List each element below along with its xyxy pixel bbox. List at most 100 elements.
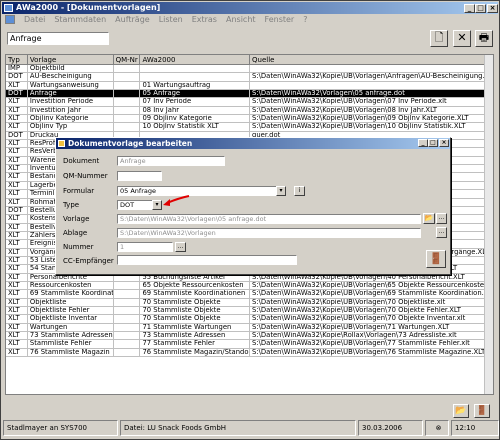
- cell-typ: XLT: [6, 148, 28, 156]
- cell-typ: XLT: [6, 323, 28, 331]
- menu-help[interactable]: ?: [303, 14, 307, 26]
- delete-x-icon[interactable]: ✕: [453, 30, 471, 47]
- cell-quelle: S:\Daten\WinAWa32\Kopie\UB\Vorlagen\70 O…: [250, 306, 493, 315]
- table-row[interactable]: XLT 73 Stammliste Adressen 73 Stammliste A…: [6, 332, 493, 341]
- menu-ansicht[interactable]: Ansicht: [226, 14, 256, 26]
- cell-vorlage: Ressourcenkosten: [28, 281, 114, 290]
- menu-fenster[interactable]: Fenster: [265, 14, 295, 26]
- cell-qm-nr: [114, 90, 141, 98]
- menu-auftraege[interactable]: Aufträge: [115, 14, 150, 26]
- maximize-icon[interactable]: □: [475, 4, 486, 13]
- table-row[interactable]: XLT 76 Stammliste Magazin 76 Stammliste Ma…: [6, 348, 493, 358]
- cell-awa2000: 09 Objlinv Kategorie: [140, 115, 251, 123]
- cell-awa2000: [140, 65, 251, 73]
- table-row[interactable]: XLT Objlinv Typ 10 Objlnv Statistik XLT S:\…: [6, 123, 493, 132]
- table-row[interactable]: XLT69 Stammliste Koordination 69 Stammlis…: [6, 290, 493, 299]
- nummer-field[interactable]: 1: [117, 242, 173, 252]
- label-vorlage: Vorlage: [63, 215, 90, 223]
- menu-bar: Datei Stammdaten Aufträge Listen Extras …: [2, 14, 498, 26]
- dialog-minimize-icon[interactable]: _: [418, 139, 428, 147]
- print-icon[interactable]: 🖶: [475, 30, 493, 47]
- window-title: AWa2000 - [Dokumentvorlagen]: [16, 3, 161, 12]
- table-row[interactable]: XLT Wartungsanweisung 01 Wartungsauftrag: [6, 81, 493, 91]
- table-row[interactable]: XLT Investition Jahr 08 Inv Jahr S:\Daten\W…: [6, 106, 493, 116]
- vertical-scrollbar[interactable]: [484, 55, 493, 394]
- cell-typ: XLT: [6, 265, 28, 273]
- status-icon: ⊗: [425, 420, 449, 436]
- qm-nummer-field[interactable]: [117, 171, 162, 181]
- cell-awa2000: 73 Stammliste Adressen: [140, 332, 251, 340]
- dialog-maximize-icon[interactable]: □: [428, 139, 438, 147]
- cell-typ: XLT: [6, 281, 28, 290]
- cell-awa2000: 05 Anfrage: [140, 90, 251, 98]
- cell-typ: XLT: [6, 306, 28, 315]
- cc-empfaenger-field[interactable]: [117, 255, 297, 265]
- vorlage-path-field[interactable]: S:\Daten\WinAWa32\Vorlagen\05 anfrage.do…: [117, 214, 421, 224]
- dokument-field[interactable]: Anfrage: [117, 156, 225, 166]
- table-row[interactable]: XLT Objlinv Kategorie 09 Objlinv Kategorie…: [6, 115, 493, 124]
- table-row[interactable]: XLT Ressourcenkosten 65 Objekte Ressourcen…: [6, 281, 493, 291]
- column-header-qm-nr[interactable]: QM-Nr: [114, 55, 141, 64]
- menu-listen[interactable]: Listen: [159, 14, 183, 26]
- status-user: Stadlmayer an SYS700: [3, 420, 118, 436]
- column-header-awa2000[interactable]: AWa2000: [140, 55, 251, 64]
- column-header-typ[interactable]: Typ: [6, 55, 28, 64]
- chevron-down-icon[interactable]: ▾: [276, 186, 286, 196]
- cell-vorlage: Investition Jahr: [28, 106, 114, 115]
- exit-door-icon[interactable]: 🚪: [474, 404, 490, 418]
- column-header-vorlage[interactable]: Vorlage: [28, 55, 114, 64]
- cell-typ: XLT: [6, 140, 28, 148]
- table-row[interactable]: XLT Objektliste Fehler 70 Stammliste Objek…: [6, 306, 493, 316]
- cell-qm-nr: [114, 65, 141, 73]
- table-row[interactable]: XLT Stammliste Fehler 77 Stammliste Fehler…: [6, 340, 493, 349]
- formular-select[interactable]: 05 Anfrage: [117, 186, 277, 196]
- menu-stammdaten[interactable]: Stammdaten: [54, 14, 106, 26]
- exit-door-dialog-icon[interactable]: 🚪: [426, 250, 446, 268]
- menu-datei[interactable]: Datei: [24, 14, 45, 26]
- nummer-browse-button[interactable]: ...: [175, 242, 186, 252]
- folder-open-icon[interactable]: 📂: [453, 404, 469, 418]
- cell-qm-nr: [114, 98, 141, 106]
- table-row[interactable]: XLT Investition Periode 07 Inv Periode S:\D…: [6, 98, 493, 107]
- cell-awa2000: 01 Wartungsauftrag: [140, 81, 251, 90]
- table-row[interactable]: IMP Objektbild: [6, 65, 493, 74]
- cell-vorlage: 73 Stammliste Adressen: [29, 332, 114, 340]
- cell-quelle: S:\Daten\WinAWa32\Kopie\UB\Vorlagen\77 S…: [250, 340, 493, 348]
- cell-typ: DOT: [6, 90, 28, 98]
- table-row[interactable]: DOT Anfrage 05 Anfrage S:\Daten\WinAWa32\Vo…: [6, 90, 493, 99]
- ablage-path-field[interactable]: S:\Daten\WinAWa32\Vorlagen: [117, 228, 421, 238]
- cell-typ: XLT: [6, 248, 28, 256]
- vorlage-browse-button[interactable]: ...: [436, 213, 447, 224]
- cell-qm-nr: [114, 123, 141, 131]
- cell-typ: XLT: [6, 231, 28, 240]
- search-input[interactable]: Anfrage: [7, 32, 109, 45]
- cell-quelle: S:\Daten\WinAWa32\Kopie\UB\Vorlagen\09 O…: [250, 115, 493, 123]
- table-row[interactable]: XLT Wartungen 71 Stammliste Wartungen S:\Da…: [6, 323, 493, 332]
- table-row[interactable]: XLT Objektliste Inventar 70 Stammliste Obj…: [6, 315, 493, 324]
- red-arrow-icon: [163, 195, 190, 206]
- column-header-quelle[interactable]: Quelle: [250, 55, 493, 64]
- menu-extras[interactable]: Extras: [192, 14, 217, 26]
- ablage-browse-button[interactable]: ...: [436, 227, 447, 238]
- info-button[interactable]: i: [294, 186, 305, 196]
- cell-vorlage: Investition Periode: [28, 98, 114, 106]
- cell-awa2000: 08 Inv Jahr: [140, 106, 251, 115]
- cell-typ: XLT: [6, 240, 28, 248]
- dialog-close-icon[interactable]: ×: [439, 139, 449, 147]
- new-document-icon[interactable]: 🗋: [430, 30, 448, 47]
- close-icon[interactable]: ×: [487, 4, 498, 13]
- open-folder-icon[interactable]: 📂: [423, 213, 435, 224]
- cell-quelle: S:\Daten\WinAWa32\Kopie\UB\Vorlagen\07 I…: [250, 98, 493, 106]
- cell-typ: XLT: [6, 81, 28, 90]
- type-select[interactable]: DOT: [117, 200, 153, 210]
- table-row[interactable]: XLT Objektliste 70 Stammliste Objekte S:\Da…: [6, 298, 493, 307]
- minimize-icon[interactable]: _: [464, 4, 475, 13]
- status-date: 30.03.2006: [358, 420, 423, 436]
- cell-vorlage: 76 Stammliste Magazin: [28, 348, 114, 357]
- cell-typ: XLT: [6, 340, 28, 348]
- cell-qm-nr: [114, 281, 141, 290]
- cell-quelle: S:\Daten\WinAWa32\Kopie\UB\Vorlagen\70 O…: [250, 298, 493, 306]
- table-row[interactable]: DOT AU-Bescheinigung S:\Daten\WinAWa32\Kop…: [6, 73, 493, 82]
- cell-quelle: [250, 81, 493, 90]
- document-system-icon[interactable]: [5, 15, 15, 24]
